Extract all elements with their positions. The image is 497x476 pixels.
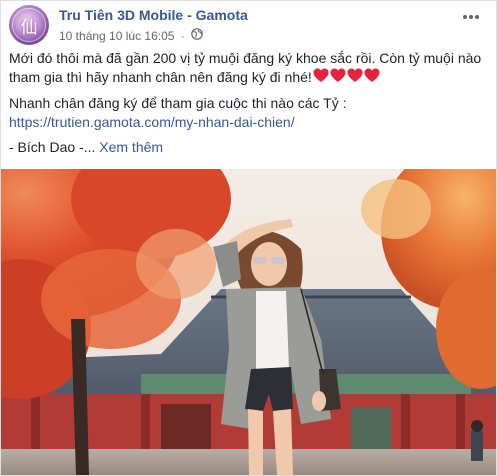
page-avatar[interactable]: 仙 (9, 5, 49, 45)
contest-link[interactable]: https://trutien.gamota.com/my-nhan-dai-c… (9, 114, 295, 130)
see-more-link[interactable]: Xem thêm (99, 139, 163, 155)
post-meta: 10 tháng 10 lúc 16:05 · (59, 28, 203, 43)
post-photo[interactable] (1, 169, 496, 475)
avatar-logo: 仙 (20, 18, 38, 38)
meta-separator: · (180, 28, 185, 43)
post-paragraph-3: - Bích Dao -... Xem thêm (9, 138, 487, 157)
page-name-link[interactable]: Tru Tiên 3D Mobile - Gamota (59, 7, 248, 23)
paragraph-1-text: Mới đó thôi mà đã gần 200 vị tỷ muội đăn… (9, 50, 482, 85)
paragraph-2-text: Nhanh chân đăng ký để tham gia cuộc thi … (9, 95, 347, 112)
globe-icon[interactable] (191, 28, 203, 43)
red-heart-icon (313, 68, 329, 88)
post-header: 仙 Tru Tiên 3D Mobile - Gamota 10 tháng 1… (9, 5, 489, 45)
post-timestamp[interactable]: 10 tháng 10 lúc 16:05 (59, 29, 174, 43)
more-horizontal-icon[interactable] (461, 9, 481, 25)
facebook-post-card: 仙 Tru Tiên 3D Mobile - Gamota 10 tháng 1… (0, 0, 497, 476)
red-heart-icon (364, 68, 380, 88)
signature-text: - Bích Dao -... (9, 139, 96, 156)
red-heart-icon (347, 68, 363, 88)
post-paragraph-1: Mới đó thôi mà đã gần 200 vị tỷ muội đăn… (9, 49, 487, 88)
post-text: Mới đó thôi mà đã gần 200 vị tỷ muội đăn… (9, 49, 487, 163)
red-heart-icon (330, 68, 346, 88)
hearts-group (312, 68, 380, 88)
post-paragraph-2: Nhanh chân đăng ký để tham gia cuộc thi … (9, 94, 487, 132)
